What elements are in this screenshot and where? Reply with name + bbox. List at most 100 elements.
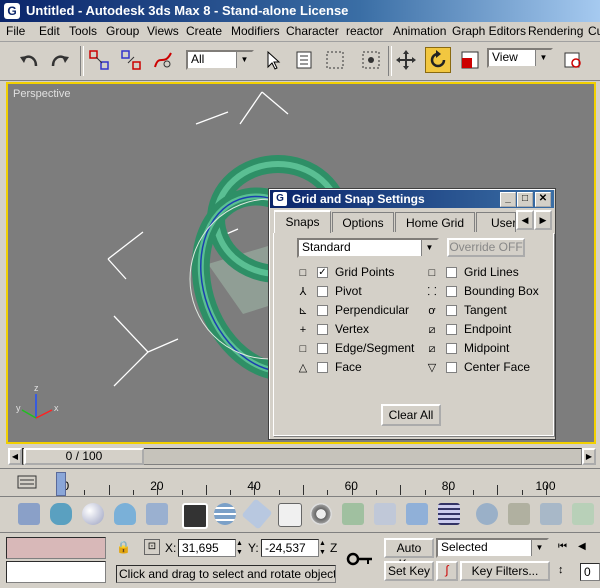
patch-icon[interactable] [182,503,208,529]
endpoint-checkbox[interactable] [446,324,457,335]
menu-views[interactable]: Views [147,24,179,38]
select-rotate-icon[interactable] [425,47,451,73]
previous-frame-icon[interactable]: ◀ [578,541,594,555]
absolute-mode-icon[interactable]: ⊡ [144,539,160,555]
tab-scroll-right-icon[interactable]: ▶ [534,210,552,230]
redo-icon[interactable] [47,47,73,73]
tab-snaps[interactable]: Snaps [274,210,331,233]
time-next-icon[interactable]: ▶ [582,448,596,465]
current-frame-marker[interactable] [56,472,66,496]
tangent-checkbox[interactable] [446,305,457,316]
lathe-icon[interactable] [278,503,302,527]
frame-spinner-icon[interactable]: ↕ [558,564,570,580]
cone-icon[interactable] [114,503,136,525]
menu-file[interactable]: File [6,24,25,38]
cylinder-icon[interactable] [214,503,236,525]
maxscript-listener-pink[interactable] [6,537,106,559]
key-filters-button[interactable]: Key Filters... [460,561,550,581]
maximize-icon[interactable]: □ [517,192,533,207]
time-slider-track[interactable]: ◀ 0 / 100 ▶ [0,447,600,467]
bind-space-warp-icon[interactable] [150,47,176,73]
axis-y-label: y [16,403,21,413]
capsule-icon[interactable] [241,498,273,530]
grid-points-checkbox[interactable]: ✓ [317,267,328,278]
reference-coord-dropdown[interactable]: View ▼ [487,48,553,68]
face-checkbox[interactable] [317,362,328,373]
key-mode-icon[interactable] [346,547,374,571]
y-coord-field[interactable]: -24,537 [261,539,319,557]
menu-modifiers[interactable]: Modifiers [231,24,280,38]
select-icon[interactable] [260,47,286,73]
time-slider-thumb[interactable]: 0 / 100 [24,448,144,465]
curve-editor-icon[interactable] [16,472,38,492]
menu-customize[interactable]: Cu [588,24,600,38]
torus-icon[interactable] [476,503,498,525]
menu-create[interactable]: Create [186,24,222,38]
menu-edit[interactable]: Edit [39,24,60,38]
close-icon[interactable]: ✕ [535,192,551,207]
teapot-icon[interactable] [50,503,72,525]
unlink-icon[interactable] [118,47,144,73]
perpendicular-checkbox[interactable] [317,305,328,316]
track-bar[interactable]: 020406080100 [0,468,600,497]
menu-animation[interactable]: Animation [393,24,446,38]
time-prev-icon[interactable]: ◀ [8,448,22,465]
menu-reactor[interactable]: reactor [346,24,383,38]
menu-rendering[interactable]: Rendering [528,24,583,38]
tab-home-grid[interactable]: Home Grid [395,212,475,232]
tab-scroll-left-icon[interactable]: ◀ [516,210,534,230]
override-button[interactable]: Override OFF [447,238,525,257]
go-to-start-icon[interactable]: ⏮ [558,541,574,555]
pivot-checkbox[interactable] [317,286,328,297]
lock-icon[interactable]: 🔒 [116,540,131,554]
tab-user[interactable]: User [476,212,516,232]
x-label: X: [165,541,177,555]
biped-icon[interactable] [508,503,530,525]
select-by-name-icon[interactable] [292,47,318,73]
key-set-dropdown[interactable]: Selected ▼ [436,538,549,558]
sphere-icon[interactable] [82,503,104,525]
menu-tools[interactable]: Tools [69,24,97,38]
render-icon[interactable] [572,503,594,525]
ruler-label: 40 [247,479,261,493]
default-tangent-icon[interactable]: ∫ [436,561,458,581]
select-move-icon[interactable] [393,47,419,73]
set-key-button[interactable]: Set Key [384,561,434,581]
tab-options[interactable]: Options [332,212,394,232]
x-coord-field[interactable]: 31,695 [178,539,236,557]
menu-graph-editors[interactable]: Graph Editors [452,24,526,38]
ruler-label: 60 [344,479,358,493]
x-spinner-icon[interactable]: ▲ ▼ [236,539,246,557]
ffd-icon[interactable] [406,503,428,525]
undo-icon[interactable] [16,47,42,73]
twist-icon[interactable] [374,503,396,525]
selection-filter-dropdown[interactable]: All ▼ [186,50,254,70]
use-center-icon[interactable] [560,47,586,73]
dialog-title-bar[interactable]: G Grid and Snap Settings _ □ ✕ [270,190,554,208]
select-scale-icon[interactable] [457,47,483,73]
character-icon[interactable] [146,503,168,525]
box-icon[interactable] [18,503,40,525]
bend-icon[interactable] [342,503,364,525]
rect-region-icon[interactable] [322,47,348,73]
minimize-icon[interactable]: _ [500,192,516,207]
midpoint-checkbox[interactable] [446,343,457,354]
current-frame-field[interactable]: 0 [580,563,600,581]
maxscript-listener-white[interactable] [6,561,106,583]
clear-all-button[interactable]: Clear All [381,404,441,426]
gear-icon[interactable] [310,503,332,525]
bounding-box-checkbox[interactable] [446,286,457,297]
material-icon[interactable] [540,503,562,525]
vertex-checkbox[interactable] [317,324,328,335]
y-spinner-icon[interactable]: ▲ ▼ [319,539,329,557]
menu-group[interactable]: Group [106,24,139,38]
window-crossing-icon[interactable] [358,47,384,73]
center-face-checkbox[interactable] [446,362,457,373]
select-link-icon[interactable] [86,47,112,73]
menu-character[interactable]: Character [286,24,339,38]
grid-lines-checkbox[interactable] [446,267,457,278]
snap-preset-dropdown[interactable]: Standard ▼ [297,238,439,258]
noise-icon[interactable] [438,503,460,525]
edge-segment-checkbox[interactable] [317,343,328,354]
auto-key-button[interactable]: Auto Key [384,538,434,571]
